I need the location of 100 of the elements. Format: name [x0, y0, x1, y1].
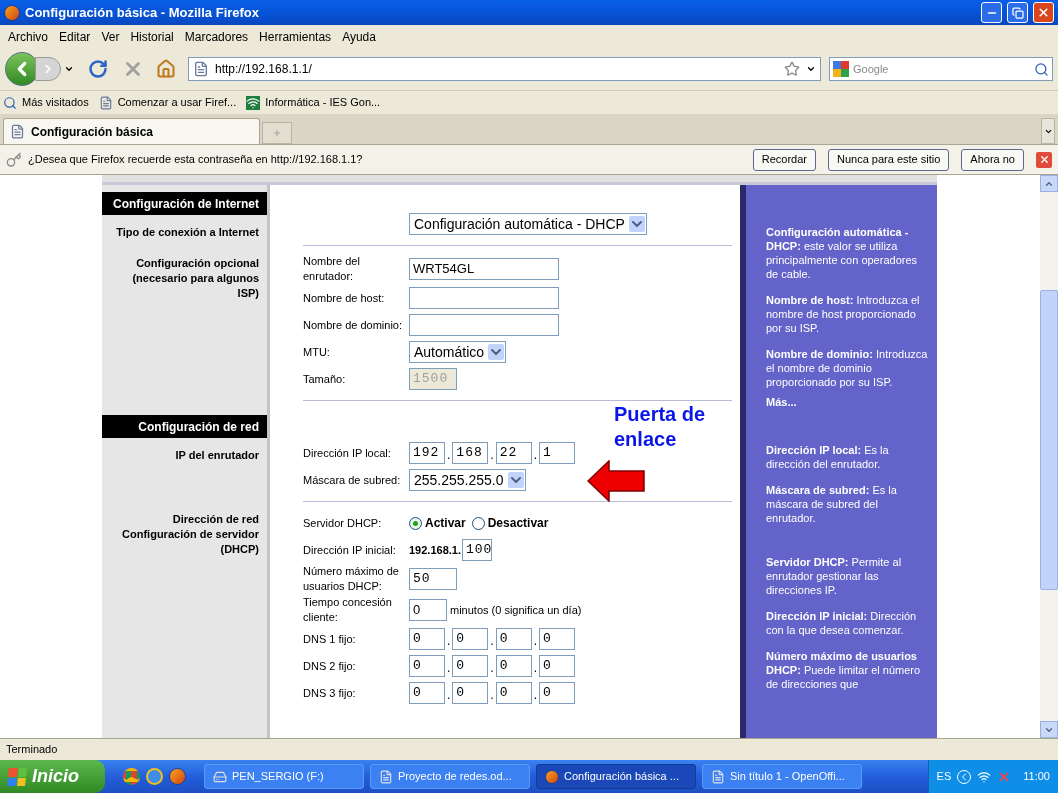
dot-separator: . — [447, 633, 451, 650]
field-label: Máscara de subred: — [303, 472, 402, 488]
dropdown[interactable]: 255.255.255.0 — [409, 469, 526, 491]
bookmark-item[interactable]: Informática - IES Gon... — [265, 94, 381, 111]
search-field[interactable]: Google — [829, 57, 1053, 81]
close-icon — [1037, 6, 1050, 19]
input-field[interactable]: 0 — [452, 655, 489, 677]
input-field[interactable]: 22 — [495, 442, 532, 464]
field-label: DNS 1 fijo: — [303, 631, 357, 647]
search-icon[interactable] — [1034, 61, 1049, 77]
radio-button[interactable] — [409, 516, 422, 530]
menu-item[interactable]: Archivo — [3, 27, 53, 46]
input-field[interactable]: 0 — [495, 655, 532, 677]
history-dropdown-icon[interactable] — [64, 64, 74, 74]
notification-button[interactable]: Ahora no — [961, 148, 1024, 171]
dot-separator: . — [490, 660, 494, 677]
radio-button[interactable] — [471, 516, 485, 530]
status-text: Terminado — [6, 742, 58, 758]
radio-label[interactable]: Activar — [425, 514, 466, 532]
tab-list-button[interactable] — [1041, 118, 1055, 144]
clock: 11:00 — [1023, 769, 1050, 785]
radio-label[interactable]: Desactivar — [487, 514, 549, 532]
dropdown[interactable]: Automático — [409, 341, 507, 363]
field-label: Nombre del enrutador: — [303, 254, 361, 284]
menu-item[interactable]: Ayuda — [337, 27, 381, 46]
menu-item[interactable]: Editar — [54, 27, 96, 46]
home-icon[interactable] — [156, 59, 176, 79]
dot-separator: . — [533, 447, 538, 464]
input-field[interactable]: 168 — [452, 442, 489, 464]
help-text: Máscara de subred: Es la máscara de subred del enrutador. — [766, 483, 898, 525]
input-field[interactable]: 0 — [495, 682, 532, 704]
field-label: Tiempo concesión cliente: — [303, 595, 393, 625]
taskbar-button[interactable]: Configuración básica ... — [536, 764, 696, 789]
scroll-up-button[interactable] — [1040, 175, 1058, 192]
taskbar-button[interactable]: PEN_SERGIO (F:) — [204, 764, 364, 789]
plus-icon — [272, 128, 282, 138]
dropdown[interactable]: Configuración automática - DHCP — [409, 213, 647, 235]
firefox-logo-icon[interactable] — [169, 768, 186, 785]
search-icon — [3, 95, 17, 110]
dot-separator: . — [447, 660, 451, 677]
dot-separator: . — [533, 687, 538, 704]
minimize-button[interactable] — [981, 2, 1002, 23]
dot-separator: . — [490, 447, 494, 464]
input-field[interactable]: 0 — [539, 628, 576, 650]
menu-item[interactable]: Ver — [96, 27, 125, 46]
restore-icon — [1011, 6, 1024, 19]
dot-separator: . — [533, 660, 538, 677]
browser-icon[interactable] — [146, 768, 163, 785]
scroll-down-button[interactable] — [1040, 721, 1058, 738]
close-button[interactable] — [1036, 151, 1052, 168]
input-field[interactable]: 192 — [409, 442, 445, 464]
more-link[interactable]: Más... — [766, 396, 797, 408]
bookmark-item[interactable]: Comenzar a usar Firef... — [117, 94, 237, 111]
input-field[interactable]: 100 — [462, 539, 492, 561]
ip-prefix: 192.168.1. — [409, 542, 461, 558]
input-field[interactable]: 0 — [409, 628, 445, 650]
menu-item[interactable]: Herramientas — [254, 27, 337, 46]
scroll-thumb[interactable] — [1040, 290, 1058, 590]
key-icon — [6, 151, 22, 168]
input-field[interactable]: 0 — [539, 655, 576, 677]
input-field[interactable]: 0 — [495, 628, 532, 650]
dot-separator: . — [447, 447, 451, 464]
firefox-logo-icon — [545, 769, 559, 784]
restore-button[interactable] — [1007, 2, 1028, 23]
taskbar-button[interactable]: Sin título 1 - OpenOffi... — [702, 764, 862, 789]
input-field[interactable]: 0 — [452, 682, 489, 704]
field-label: Número máximo de usuarios DHCP: — [303, 564, 400, 594]
input-field[interactable]: 1 — [539, 442, 576, 464]
group-label: Tipo de conexión a Internet — [116, 225, 259, 240]
page-icon — [193, 61, 209, 77]
dot-separator: . — [490, 633, 494, 650]
notification-button[interactable]: Recordar — [752, 148, 816, 171]
search-engine-icon[interactable] — [833, 61, 849, 77]
browser-icon[interactable] — [123, 768, 140, 785]
input-field[interactable] — [409, 314, 559, 336]
notification-button[interactable]: Nunca para este sitio — [828, 148, 950, 171]
input-field[interactable]: WRT54GL — [409, 258, 559, 280]
menu-item[interactable]: Historial — [125, 27, 179, 46]
input-field[interactable]: 0 — [452, 628, 489, 650]
dot-separator: . — [447, 687, 451, 704]
input-field[interactable]: 0 — [539, 682, 576, 704]
close-button[interactable] — [1033, 2, 1054, 23]
browser-tab[interactable]: Configuración básica — [3, 118, 260, 144]
input-field[interactable] — [409, 287, 559, 309]
star-icon[interactable] — [784, 61, 800, 77]
input-field[interactable]: 50 — [409, 568, 457, 590]
taskbar-button[interactable]: Proyecto de redes.od... — [370, 764, 530, 789]
input-field[interactable]: 0 — [409, 599, 447, 621]
help-text: Configuración automática - DHCP: este valor se utiliza principalmente con operadores de cable. — [766, 225, 919, 281]
input-field[interactable]: 0 — [409, 682, 445, 704]
windows-logo-icon — [7, 767, 27, 786]
page-icon — [98, 95, 113, 110]
network-icon[interactable] — [977, 769, 992, 784]
menu-item[interactable]: Marcadores — [179, 27, 254, 46]
address-bar[interactable]: http://192.168.1.1/ — [188, 57, 821, 81]
input-field[interactable]: 0 — [409, 655, 445, 677]
reload-icon[interactable] — [88, 59, 108, 79]
field-label: Servidor DHCP: — [303, 515, 383, 531]
bookmark-item[interactable]: Más visitados — [22, 94, 89, 111]
field-label: Nombre de host: — [303, 290, 386, 306]
